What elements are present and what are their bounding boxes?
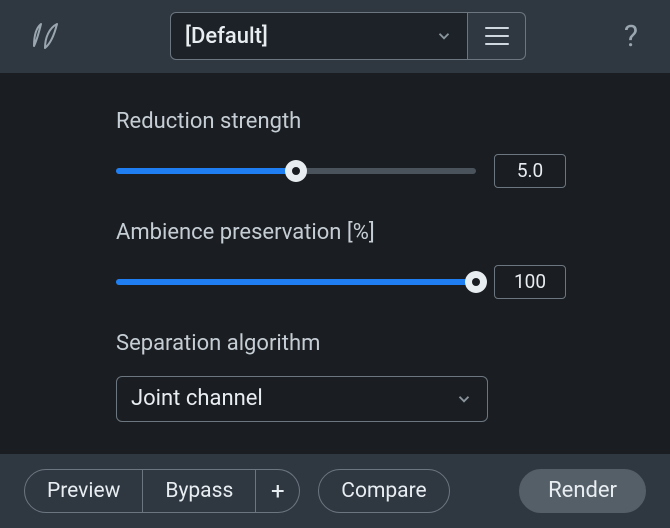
ambience-preservation-slider[interactable] — [116, 279, 476, 285]
slider-handle[interactable] — [285, 160, 307, 182]
ambience-preservation-value[interactable]: 100 — [494, 265, 566, 299]
top-bar: [Default] ? — [0, 0, 670, 73]
slider-handle[interactable] — [465, 271, 487, 293]
monitoring-button-group: Preview Bypass + — [24, 469, 300, 513]
separation-algorithm-value: Joint channel — [131, 386, 263, 411]
bottom-bar: Preview Bypass + Compare Render — [0, 454, 670, 528]
bypass-button[interactable]: Bypass — [143, 469, 256, 513]
preset-menu-button[interactable] — [468, 12, 526, 60]
separation-algorithm-label: Separation algorithm — [116, 331, 670, 356]
add-button[interactable]: + — [256, 469, 300, 513]
separation-algorithm-control: Separation algorithm Joint channel — [116, 331, 670, 422]
preview-button[interactable]: Preview — [24, 469, 143, 513]
help-button[interactable]: ? — [616, 19, 646, 54]
hamburger-icon — [485, 27, 509, 45]
reduction-strength-slider[interactable] — [116, 168, 476, 174]
ambience-preservation-label: Ambience preservation [%] — [116, 220, 670, 245]
separation-algorithm-select[interactable]: Joint channel — [116, 376, 488, 422]
preset-group: [Default] — [170, 12, 526, 60]
ambience-preservation-control: Ambience preservation [%] 100 — [116, 220, 670, 299]
chevron-down-icon — [435, 27, 453, 45]
app-logo-icon — [22, 15, 64, 57]
main-panel: Reduction strength 5.0 Ambience preserva… — [0, 73, 670, 454]
preset-select[interactable]: [Default] — [170, 12, 468, 60]
preset-value: [Default] — [185, 24, 268, 49]
help-icon: ? — [624, 19, 638, 54]
reduction-strength-label: Reduction strength — [116, 109, 670, 134]
render-button[interactable]: Render — [519, 469, 646, 513]
compare-button[interactable]: Compare — [318, 469, 449, 513]
chevron-down-icon — [455, 390, 473, 408]
reduction-strength-value[interactable]: 5.0 — [494, 154, 566, 188]
reduction-strength-control: Reduction strength 5.0 — [116, 109, 670, 188]
